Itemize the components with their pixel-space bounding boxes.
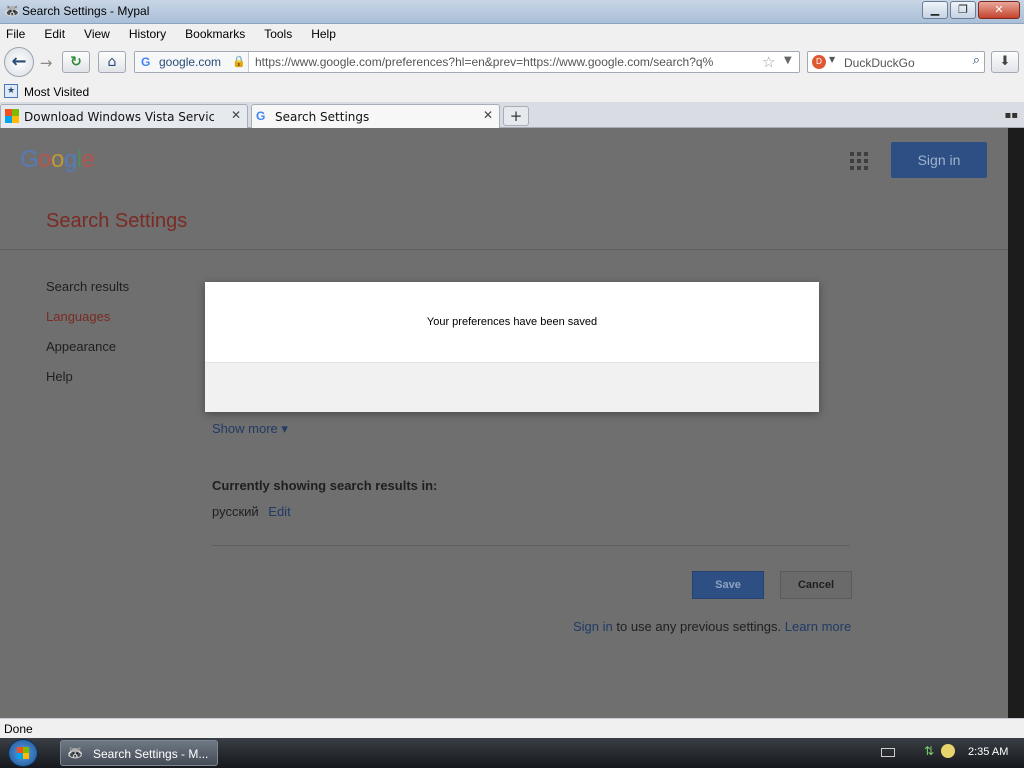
status-text: Done — [4, 722, 33, 736]
url-text[interactable]: https://www.google.com/preferences?hl=en… — [255, 55, 760, 69]
reload-button[interactable]: ↻ — [62, 51, 90, 73]
menu-file[interactable]: File — [4, 27, 27, 41]
maximize-button[interactable]: ❐ — [950, 1, 976, 19]
current-language-row: русский Edit — [212, 504, 291, 519]
engine-dropdown-icon[interactable]: ▼ — [829, 55, 835, 64]
signin-note: Sign in to use any previous settings. Le… — [573, 619, 851, 634]
close-button[interactable]: ✕ — [978, 1, 1020, 19]
minimize-button[interactable]: ▁ — [922, 1, 948, 19]
url-dropdown-icon[interactable]: ▼ — [784, 55, 792, 66]
menu-history[interactable]: History — [127, 27, 168, 41]
most-visited-icon: ★ — [4, 84, 18, 98]
home-icon: ⌂ — [107, 54, 117, 70]
menu-bookmarks[interactable]: Bookmarks — [183, 27, 247, 41]
divider — [212, 545, 850, 546]
back-button[interactable]: ← — [4, 47, 34, 77]
plus-icon: + — [509, 107, 523, 125]
url-bar[interactable]: G google.com 🔒 https://www.google.com/pr… — [134, 51, 800, 73]
network-icon[interactable]: ⇅ — [924, 744, 934, 758]
divider — [0, 249, 1008, 250]
home-button[interactable]: ⌂ — [98, 51, 126, 73]
keyboard-icon[interactable] — [881, 748, 895, 757]
cancel-button[interactable]: Cancel — [780, 571, 852, 599]
lock-icon: 🔒 — [232, 55, 246, 68]
app-icon: 🦝 — [4, 4, 21, 19]
sidebar-item-languages[interactable]: Languages — [46, 309, 129, 339]
search-bar[interactable]: D ▼ DuckDuckGo ⌕ — [807, 51, 985, 73]
download-arrow-icon: ⬇ — [999, 54, 1011, 69]
sign-in-button[interactable]: Sign in — [891, 142, 987, 178]
sidebar-item-search-results[interactable]: Search results — [46, 279, 129, 309]
menu-view[interactable]: View — [82, 27, 112, 41]
windows-flag-icon — [17, 747, 29, 759]
window-title: Search Settings - Mypal — [22, 4, 150, 18]
current-language-heading: Currently showing search results in: — [212, 478, 438, 493]
taskbar-item-label: Search Settings - M... — [93, 747, 209, 761]
menu-edit[interactable]: Edit — [42, 27, 67, 41]
tab-search-settings[interactable]: G Search Settings ✕ — [251, 104, 500, 129]
signin-note-text: to use any previous settings. — [612, 619, 785, 634]
save-button[interactable]: Save — [692, 571, 764, 599]
sidebar-item-help[interactable]: Help — [46, 369, 129, 399]
navigation-toolbar: ← → ↻ ⌂ G google.com 🔒 https://www.googl… — [0, 44, 1024, 80]
logo-letter: g — [63, 146, 77, 173]
apps-grid-icon[interactable] — [850, 152, 868, 170]
site-identity[interactable]: G google.com 🔒 — [135, 52, 249, 72]
list-all-tabs-icon[interactable]: ▪▪ — [1004, 110, 1018, 121]
dialog-message: Your preferences have been saved — [426, 316, 598, 328]
dialog-footer — [205, 362, 819, 412]
clock[interactable]: 2:35 AM — [968, 746, 1008, 758]
google-logo[interactable]: Google — [20, 146, 95, 174]
tab-close-icon[interactable]: ✕ — [231, 108, 241, 122]
tab-bar: Download Windows Vista Service ... ✕ G S… — [0, 102, 1024, 129]
tab-label: Download Windows Vista Service ... — [24, 110, 214, 124]
vertical-scrollbar[interactable] — [1008, 128, 1024, 718]
reload-icon: ↻ — [70, 54, 82, 70]
most-visited-bookmark[interactable]: Most Visited — [24, 85, 89, 99]
menu-bar: File Edit View History Bookmarks Tools H… — [0, 24, 1024, 44]
google-favicon-icon: G — [141, 55, 151, 69]
preferences-saved-dialog: Your preferences have been saved — [205, 282, 819, 412]
volume-icon[interactable] — [941, 744, 955, 758]
edit-language-link[interactable]: Edit — [268, 504, 290, 519]
google-favicon-icon: G — [256, 109, 266, 123]
settings-sidebar: Search results Languages Appearance Help — [46, 279, 129, 399]
title-bar: 🦝 Search Settings - Mypal ▁ ❐ ✕ — [0, 0, 1024, 24]
tab-label: Search Settings — [275, 110, 370, 124]
sidebar-item-appearance[interactable]: Appearance — [46, 339, 129, 369]
menu-help[interactable]: Help — [309, 27, 338, 41]
taskbar-item-mypal[interactable]: 🦝 Search Settings - M... — [60, 740, 218, 766]
logo-letter: G — [20, 146, 39, 173]
identity-domain: google.com — [159, 55, 222, 69]
forward-button[interactable]: → — [36, 53, 56, 73]
signin-link[interactable]: Sign in — [573, 619, 613, 634]
current-language: русский — [212, 504, 259, 519]
search-icon[interactable]: ⌕ — [973, 53, 980, 68]
downloads-button[interactable]: ⬇ — [991, 51, 1019, 73]
logo-letter: e — [81, 146, 95, 173]
page-title: Search Settings — [46, 210, 188, 232]
back-arrow-icon: ← — [11, 51, 27, 72]
page-content: Google Sign in Search Settings Search re… — [0, 128, 1008, 718]
tab-download-vista[interactable]: Download Windows Vista Service ... ✕ — [0, 104, 248, 128]
window-controls: ▁ ❐ ✕ — [922, 1, 1020, 19]
search-engine-placeholder[interactable]: DuckDuckGo — [844, 56, 915, 70]
menu-tools[interactable]: Tools — [262, 27, 294, 41]
forward-arrow-icon: → — [39, 54, 53, 72]
mypal-icon: 🦝 — [67, 746, 84, 761]
bookmark-star-icon[interactable]: ☆ — [762, 53, 775, 71]
logo-letter: o — [51, 146, 64, 173]
learn-more-link[interactable]: Learn more — [785, 619, 851, 634]
windows-logo-icon — [5, 109, 19, 123]
bookmarks-toolbar: ★ Most Visited — [0, 80, 1024, 102]
duckduckgo-icon[interactable]: D — [812, 55, 826, 69]
status-bar: Done — [0, 718, 1024, 738]
new-tab-button[interactable]: + — [503, 106, 529, 126]
show-more-link[interactable]: Show more ▾ — [212, 421, 288, 437]
start-button[interactable] — [8, 739, 38, 767]
tab-close-icon[interactable]: ✕ — [483, 108, 493, 122]
taskbar: 🦝 Search Settings - M... ⇅ 2:35 AM — [0, 738, 1024, 768]
logo-letter: o — [38, 146, 52, 173]
